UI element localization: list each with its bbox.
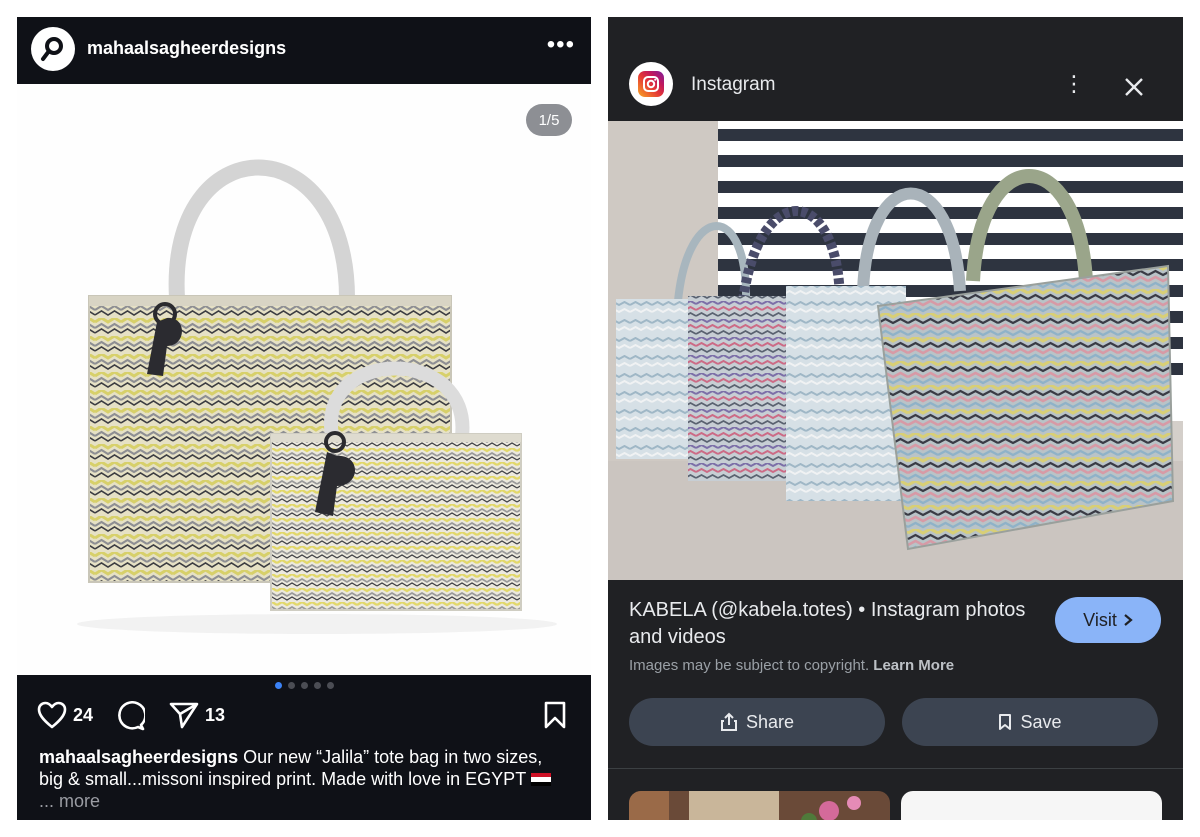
post-username[interactable]: mahaalsagheerdesigns (87, 38, 286, 59)
divider (608, 768, 1183, 769)
caption-username[interactable]: mahaalsagheerdesigns (39, 747, 238, 767)
like-count: 24 (73, 704, 94, 725)
related-thumbnail[interactable] (901, 791, 1162, 820)
carousel-dots (17, 675, 591, 695)
learn-more-link[interactable]: Learn More (873, 657, 954, 674)
bookmark-icon (999, 714, 1012, 730)
result-header: Instagram ⋮ (608, 17, 1183, 121)
tote-bags-photo (608, 121, 1183, 580)
carousel-dot[interactable] (287, 681, 295, 689)
copyright-notice: Images may be subject to copyright. Lear… (629, 657, 954, 674)
related-thumbnail[interactable] (629, 791, 890, 820)
logo-icon (41, 37, 63, 61)
close-icon[interactable] (1120, 73, 1148, 101)
egypt-flag-icon (530, 773, 551, 786)
post-header: mahaalsagheerdesigns ••• (17, 17, 591, 84)
instagram-post-panel: mahaalsagheerdesigns ••• 1/5 24 13 mahaa… (17, 17, 591, 820)
profile-avatar[interactable] (31, 27, 75, 71)
send-icon (169, 702, 199, 729)
save-label: Save (1020, 711, 1062, 732)
tote-bags-product-image (17, 84, 591, 675)
chevron-right-icon (1124, 614, 1133, 626)
comment-button[interactable] (115, 701, 145, 731)
carousel-dot-active[interactable] (274, 681, 282, 689)
caption-more-link[interactable]: ... more (39, 791, 100, 811)
copyright-text: Images may be subject to copyright. (629, 657, 870, 674)
post-image[interactable]: 1/5 (17, 84, 591, 675)
instagram-icon (629, 62, 673, 106)
bookmark-icon (544, 701, 566, 729)
visit-button[interactable]: Visit (1055, 597, 1161, 643)
kebab-icon[interactable]: ⋮ (1063, 71, 1085, 97)
carousel-dot[interactable] (313, 681, 321, 689)
share-button[interactable]: Share (629, 698, 885, 746)
carousel-dot[interactable] (326, 681, 334, 689)
share-count: 13 (205, 704, 226, 725)
google-lens-result-panel: Instagram ⋮ KABELA (@kabela.totes) • Ins… (608, 17, 1183, 820)
result-title[interactable]: KABELA (@kabela.totes) • Instagram photo… (629, 597, 1034, 651)
result-image[interactable] (608, 121, 1183, 580)
more-icon[interactable]: ••• (547, 31, 575, 59)
carousel-dot[interactable] (300, 681, 308, 689)
source-name: Instagram (691, 74, 776, 95)
comment-icon (118, 701, 145, 731)
post-caption: mahaalsagheerdesigns Our new “Jalila” to… (39, 746, 559, 812)
share-icon (720, 712, 737, 731)
like-button[interactable]: 24 (37, 701, 93, 729)
post-actions: 24 13 (17, 697, 591, 737)
heart-icon (37, 701, 67, 729)
visit-label: Visit (1083, 609, 1117, 630)
save-button[interactable]: Save (902, 698, 1158, 746)
image-counter: 1/5 (526, 104, 572, 136)
share-label: Share (745, 711, 795, 732)
bookmark-button[interactable] (543, 701, 567, 729)
send-button[interactable]: 13 (169, 701, 225, 729)
